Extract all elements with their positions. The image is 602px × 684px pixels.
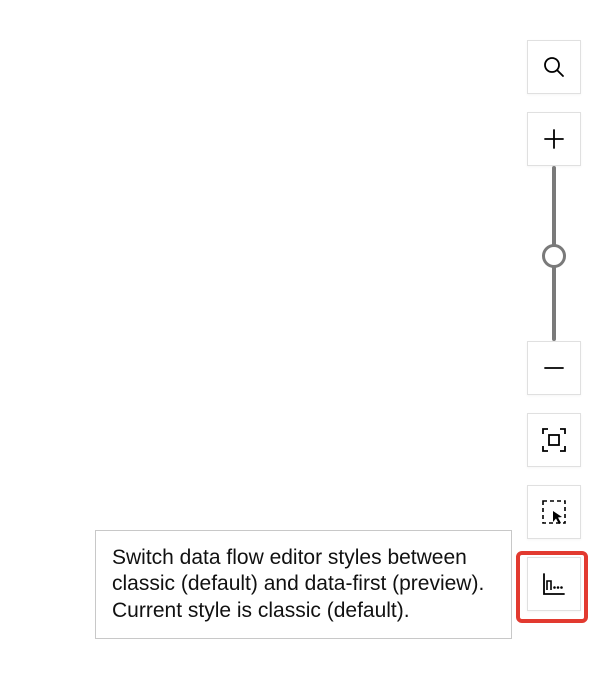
- zoom-slider-handle[interactable]: [542, 244, 566, 268]
- zoom-slider-group: [527, 112, 581, 395]
- tooltip-text: Switch data flow editor styles between c…: [112, 546, 484, 622]
- search-icon: [542, 55, 566, 79]
- chart-style-icon: [541, 571, 567, 597]
- minus-icon: [542, 356, 566, 380]
- search-button[interactable]: [527, 40, 581, 94]
- canvas-toolbar: [524, 40, 584, 611]
- switch-editor-style-button[interactable]: [527, 557, 581, 611]
- multi-select-button[interactable]: [527, 485, 581, 539]
- zoom-in-button[interactable]: [527, 112, 581, 166]
- plus-icon: [542, 127, 566, 151]
- zoom-to-fit-button[interactable]: [527, 413, 581, 467]
- fit-screen-icon: [541, 427, 567, 453]
- zoom-out-button[interactable]: [527, 341, 581, 395]
- selection-cursor-icon: [541, 499, 567, 525]
- zoom-slider-track[interactable]: [552, 166, 556, 341]
- tooltip: Switch data flow editor styles between c…: [95, 530, 512, 639]
